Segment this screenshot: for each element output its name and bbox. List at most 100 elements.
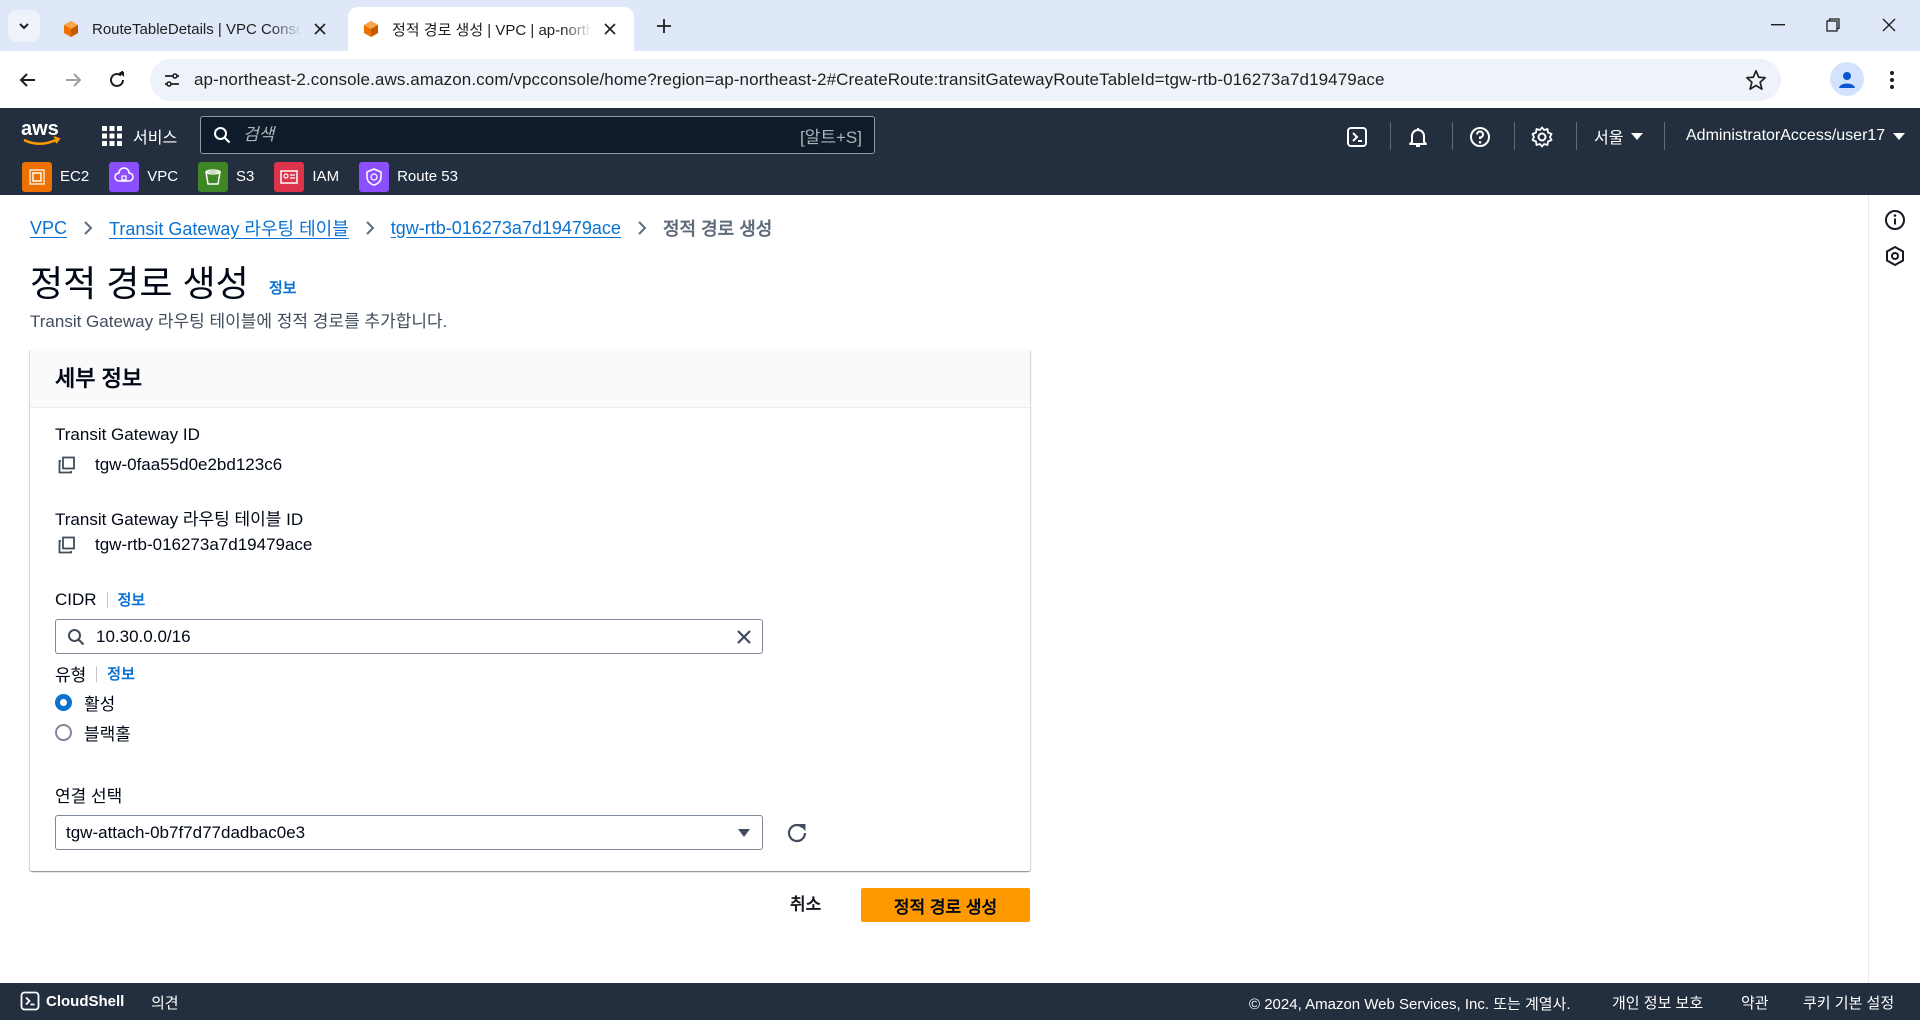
favorite-ec2[interactable]: EC2: [22, 161, 89, 192]
feedback-link[interactable]: 의견: [151, 992, 179, 1013]
search-icon: [56, 628, 96, 646]
close-window-icon[interactable]: [1866, 10, 1912, 40]
vpc-service-icon: [109, 161, 140, 192]
services-menu-button[interactable]: 서비스: [101, 122, 177, 150]
rtb-id-value: tgw-rtb-016273a7d19479ace: [95, 535, 313, 554]
aws-search-box[interactable]: [알트+S]: [200, 116, 875, 154]
browser-tab-create-static-route[interactable]: 정적 경로 생성 | VPC | ap-northeast-2: [348, 7, 634, 51]
cloudshell-icon: [20, 991, 40, 1011]
rtb-id-row: tgw-rtb-016273a7d19479ace: [55, 533, 312, 557]
aws-footer: CloudShell 의견 © 2024, Amazon Web Service…: [0, 983, 1920, 1020]
tab-title: RouteTableDetails | VPC Console: [92, 20, 302, 38]
site-settings-icon[interactable]: [150, 71, 194, 89]
breadcrumb-route-table-id-link[interactable]: tgw-rtb-016273a7d19479ace: [391, 218, 621, 239]
refresh-icon[interactable]: [782, 818, 812, 848]
attachment-label: 연결 선택: [55, 782, 122, 807]
header-divider: [1514, 122, 1515, 150]
tgw-id-label: Transit Gateway ID: [55, 425, 200, 445]
bookmark-star-icon[interactable]: [1745, 69, 1767, 91]
tab-title: 정적 경로 생성 | VPC | ap-northeast-2: [392, 21, 592, 39]
cancel-button[interactable]: 취소: [782, 886, 829, 918]
url-text: ap-northeast-2.console.aws.amazon.com/vp…: [194, 70, 1385, 89]
cloudshell-label: CloudShell: [46, 992, 125, 1010]
browser-toolbar: ap-northeast-2.console.aws.amazon.com/vp…: [0, 51, 1920, 108]
copy-icon[interactable]: [55, 533, 79, 557]
header-divider: [1452, 122, 1453, 150]
page-info-link[interactable]: 정보: [269, 277, 297, 298]
notifications-bell-icon[interactable]: [1403, 122, 1433, 152]
aws-top-navigation: aws 서비스 [알트+S] 서울 Administrato: [0, 108, 1920, 195]
tgw-id-label-text: Transit Gateway ID: [55, 425, 200, 444]
aws-search-input[interactable]: [243, 125, 800, 145]
browser-tab-bar: RouteTableDetails | VPC Console 정적 경로 생성…: [0, 0, 1920, 51]
forward-arrow-icon[interactable]: [56, 63, 90, 97]
region-selector[interactable]: 서울: [1594, 122, 1644, 150]
clear-input-icon[interactable]: [726, 620, 762, 653]
privacy-link[interactable]: 개인 정보 보호: [1612, 992, 1703, 1013]
aws-cube-favicon-icon: [364, 21, 378, 37]
info-panel-icon[interactable]: [1883, 208, 1907, 232]
caret-down-icon: [1893, 132, 1906, 140]
cidr-info-link[interactable]: 정보: [118, 589, 146, 610]
radio-checked-icon[interactable]: [55, 694, 72, 711]
restore-window-icon[interactable]: [1810, 10, 1856, 40]
chevron-right-icon: [365, 220, 375, 236]
type-info-link[interactable]: 정보: [107, 663, 135, 684]
close-tab-icon[interactable]: [310, 19, 330, 39]
new-tab-plus-icon[interactable]: [650, 12, 678, 40]
favorite-route53[interactable]: Route 53: [359, 161, 458, 192]
attachment-select-value: tgw-attach-0b7f7d77dadbac0e3: [66, 822, 306, 842]
aws-cube-favicon-icon: [64, 21, 78, 37]
cookie-preferences-link[interactable]: 쿠키 기본 설정: [1803, 992, 1894, 1013]
account-label: AdministratorAccess/user17: [1686, 127, 1886, 144]
favorite-iam[interactable]: IAM: [274, 161, 339, 192]
browser-tab-route-table-details[interactable]: RouteTableDetails | VPC Console: [48, 7, 344, 51]
region-label: 서울: [1594, 130, 1624, 147]
close-tab-icon[interactable]: [600, 19, 620, 39]
rtb-id-label-text: Transit Gateway 라우팅 테이블 ID: [55, 510, 304, 529]
tgw-id-row: tgw-0faa55d0e2bd123c6: [55, 453, 282, 477]
header-divider: [1664, 122, 1665, 150]
svg-text:aws: aws: [21, 118, 59, 140]
breadcrumb-tgw-route-tables-link[interactable]: Transit Gateway 라우팅 테이블: [109, 215, 349, 241]
breadcrumb-vpc-link[interactable]: VPC: [30, 218, 67, 239]
cidr-input[interactable]: 10.30.0.0/16: [55, 619, 763, 654]
terms-link[interactable]: 약관: [1741, 992, 1769, 1013]
search-shortcut-hint: [알트+S]: [800, 127, 862, 147]
favorites-bar: EC2 VPC S3 IAM Route 53: [0, 158, 478, 195]
favorite-vpc[interactable]: VPC: [109, 161, 178, 192]
back-arrow-icon[interactable]: [11, 63, 45, 97]
type-label-text: 유형: [55, 666, 87, 685]
help-question-icon[interactable]: [1465, 122, 1495, 152]
account-menu[interactable]: AdministratorAccess/user17: [1686, 122, 1906, 150]
feedback-panel-icon[interactable]: [1883, 244, 1907, 268]
attachment-select[interactable]: tgw-attach-0b7f7d77dadbac0e3: [55, 815, 763, 850]
grid-icon: [102, 126, 122, 146]
minimize-window-icon[interactable]: [1755, 10, 1801, 40]
favorite-s3[interactable]: S3: [198, 161, 254, 192]
main-content: VPC Transit Gateway 라우팅 테이블 tgw-rtb-0162…: [0, 195, 1868, 983]
radio-label: 블랙홀: [84, 725, 131, 744]
label-divider: [96, 665, 98, 682]
services-label: 서비스: [133, 130, 178, 147]
type-radio-blackhole[interactable]: 블랙홀: [55, 720, 131, 745]
breadcrumb: VPC Transit Gateway 라우팅 테이블 tgw-rtb-0162…: [30, 215, 772, 241]
breadcrumb-current: 정적 경로 생성: [662, 219, 773, 239]
cloudshell-icon[interactable]: [1342, 122, 1372, 152]
settings-gear-icon[interactable]: [1527, 122, 1557, 152]
favorite-label: Route 53: [397, 168, 458, 185]
radio-unchecked-icon[interactable]: [55, 724, 72, 741]
aws-logo[interactable]: aws: [20, 118, 64, 150]
create-static-route-button[interactable]: 정적 경로 생성: [861, 888, 1030, 922]
details-title: 세부 정보: [55, 366, 143, 391]
type-radio-active[interactable]: 활성: [55, 690, 115, 715]
browser-menu-icon[interactable]: [1877, 63, 1907, 97]
tab-search-chevron-icon[interactable]: [8, 10, 40, 42]
tgw-id-value: tgw-0faa55d0e2bd123c6: [95, 455, 283, 474]
profile-avatar-icon[interactable]: [1830, 62, 1864, 96]
chevron-right-icon: [637, 220, 647, 236]
address-bar[interactable]: ap-northeast-2.console.aws.amazon.com/vp…: [150, 59, 1781, 101]
copy-icon[interactable]: [55, 453, 79, 477]
reload-icon[interactable]: [100, 63, 134, 97]
cloudshell-button[interactable]: CloudShell: [20, 991, 124, 1011]
